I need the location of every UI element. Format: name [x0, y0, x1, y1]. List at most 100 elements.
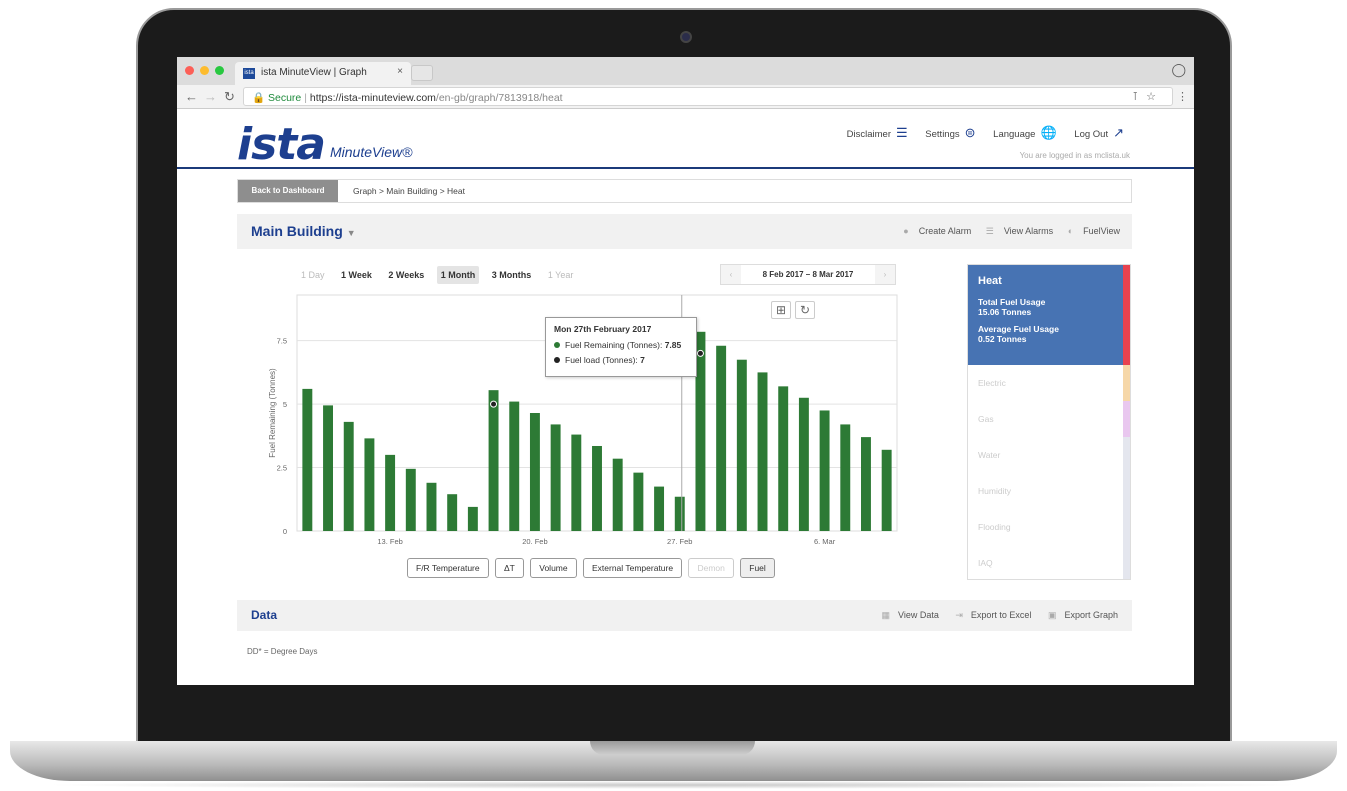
heat-color-strip — [1123, 265, 1130, 365]
bar — [302, 388, 313, 531]
legend-fuel[interactable]: Fuel — [740, 558, 775, 578]
bar — [447, 494, 458, 531]
bar — [571, 434, 582, 531]
legend-volume[interactable]: Volume — [530, 558, 577, 578]
date-to[interactable]: 8 Mar 2017 — [812, 270, 853, 279]
range-1-year[interactable]: 1 Year — [544, 266, 578, 284]
bar — [405, 468, 416, 531]
bar — [550, 424, 561, 531]
view-data-button[interactable]: View Data — [898, 610, 939, 620]
range-3-months[interactable]: 3 Months — [488, 266, 536, 284]
tab-close-icon[interactable]: × — [397, 66, 403, 77]
panel-item-flooding[interactable]: Flooding — [978, 522, 1011, 532]
legend-delta-t[interactable]: ΔT — [495, 558, 524, 578]
date-from[interactable]: 8 Feb 2017 — [763, 270, 804, 279]
gauge-icon: ◐ — [1067, 226, 1074, 236]
laptop-shadow — [40, 781, 1307, 789]
range-1-week[interactable]: 1 Week — [337, 266, 376, 284]
refresh-icon[interactable]: ↻ — [795, 301, 815, 319]
disclaimer-link[interactable]: Disclaimer — [847, 129, 891, 140]
ista-logo[interactable]: ista — [237, 119, 326, 170]
building-selector[interactable]: Main Building ▼ — [251, 223, 356, 239]
bar — [736, 359, 747, 531]
url-input[interactable]: 🔒 Secure | https://ista-minuteview.com/e… — [243, 87, 1173, 106]
date-range-picker[interactable]: ‹ 8 Feb 2017 – 8 Mar 2017 › — [720, 264, 896, 285]
data-title: Data — [251, 608, 278, 622]
profile-icon[interactable]: ◯ — [1171, 62, 1186, 78]
top-nav: Disclaimer ☰ Settings ⊜ Language 🌐 Log Out ↗ — [842, 125, 1134, 141]
panel-item-electric[interactable]: Electric — [978, 378, 1006, 388]
minuteview-logo: MinuteView® — [330, 144, 413, 160]
logout-link[interactable]: Log Out — [1074, 129, 1108, 140]
bar — [323, 405, 333, 531]
next-date-button[interactable]: › — [875, 265, 895, 284]
tooltip-title: Mon 27th February 2017 — [554, 324, 652, 334]
logged-in-text: You are logged in as mclista.uk — [1019, 151, 1130, 160]
settings-link[interactable]: Settings — [925, 129, 959, 140]
bar — [343, 421, 354, 531]
grid-icon: ▦ — [881, 610, 890, 620]
title-actions: ● Create Alarm ☰ View Alarms ◐ FuelView — [891, 226, 1120, 237]
external-link-icon[interactable]: ↗ — [1113, 125, 1124, 140]
bar — [467, 506, 478, 531]
kebab-menu-icon[interactable]: ⋮ — [1177, 90, 1188, 103]
language-link[interactable]: Language — [993, 129, 1035, 140]
data-actions: ▦ View Data ⇥ Export to Excel ▣ Export Grap… — [867, 610, 1118, 621]
fuelview-button[interactable]: FuelView — [1083, 226, 1120, 236]
browser-tabbar: ista ista MinuteView | Graph × ◯ — [177, 57, 1194, 85]
image-icon: ▣ — [1047, 610, 1057, 620]
export-arrow-icon: ⇥ — [955, 610, 963, 620]
browser-tab[interactable]: ista ista MinuteView | Graph × — [235, 62, 411, 85]
bar — [364, 438, 375, 531]
series-dot-icon — [554, 357, 560, 363]
bar — [674, 496, 685, 531]
range-1-day[interactable]: 1 Day — [297, 266, 329, 284]
sliders-icon[interactable]: ⊜ — [965, 125, 976, 140]
forward-arrow-icon[interactable]: → — [204, 89, 217, 104]
back-arrow-icon[interactable]: ← — [185, 89, 198, 104]
star-icon[interactable]: ☆ — [1146, 91, 1164, 103]
legend-fr-temperature[interactable]: F/R Temperature — [407, 558, 489, 578]
url-path: /en-gb/graph/7813918/heat — [435, 92, 563, 104]
maximize-window-button[interactable] — [215, 66, 224, 75]
legend-external-temperature[interactable]: External Temperature — [582, 558, 683, 578]
panel-item-water[interactable]: Water — [978, 450, 1000, 460]
url-host: https://ista-minuteview.com — [309, 92, 436, 104]
panel-item-gas[interactable]: Gas — [978, 414, 994, 424]
range-2-weeks[interactable]: 2 Weeks — [384, 266, 428, 284]
laptop-notch — [590, 741, 755, 755]
panel-item-humidity[interactable]: Humidity — [978, 486, 1011, 496]
x-tick-label: 6. Mar — [814, 537, 836, 546]
globe-icon[interactable]: 🌐 — [1040, 125, 1056, 140]
reload-icon[interactable]: ↻ — [224, 89, 235, 105]
legend-demon[interactable]: Demon — [688, 558, 734, 578]
tooltip-remaining-label: Fuel Remaining (Tonnes): — [565, 340, 665, 350]
y-tick-label: 0 — [283, 527, 287, 536]
crop-icon[interactable]: ⊞ — [771, 301, 791, 319]
range-selector: 1 Day 1 Week 2 Weeks 1 Month 3 Months 1 … — [297, 266, 583, 284]
close-window-button[interactable] — [185, 66, 194, 75]
export-graph-button[interactable]: Export Graph — [1064, 610, 1118, 620]
minimize-window-button[interactable] — [200, 66, 209, 75]
bar — [861, 437, 871, 531]
bar — [654, 486, 665, 531]
address-bar: ← → ↻ 🔒 Secure | https://ista-minuteview… — [177, 85, 1194, 109]
prev-date-button[interactable]: ‹ — [721, 265, 741, 284]
breadcrumb-path: Graph > Main Building > Heat — [353, 186, 465, 196]
alarm-icon: ● — [903, 226, 909, 236]
fuel-load-marker — [696, 349, 704, 357]
create-alarm-button[interactable]: Create Alarm — [919, 226, 972, 236]
panel-item-iaq[interactable]: IAQ — [978, 558, 993, 568]
export-excel-button[interactable]: Export to Excel — [971, 610, 1032, 620]
bar — [633, 472, 644, 531]
x-tick-label: 13. Feb — [377, 537, 402, 546]
heat-summary-card[interactable]: Heat Total Fuel Usage 15.06 Tonnes Avera… — [968, 265, 1124, 365]
new-tab-button[interactable] — [411, 65, 433, 81]
view-alarms-button[interactable]: View Alarms — [1004, 226, 1053, 236]
back-to-dashboard-button[interactable]: Back to Dashboard — [238, 180, 338, 202]
screen: ista ista MinuteView | Graph × ◯ ← → ↻ 🔒… — [177, 57, 1194, 685]
filter-icon[interactable]: ⊺ — [1132, 91, 1146, 103]
x-tick-label: 27. Feb — [667, 537, 692, 546]
range-1-month[interactable]: 1 Month — [436, 266, 480, 284]
list-icon[interactable]: ☰ — [896, 125, 908, 140]
